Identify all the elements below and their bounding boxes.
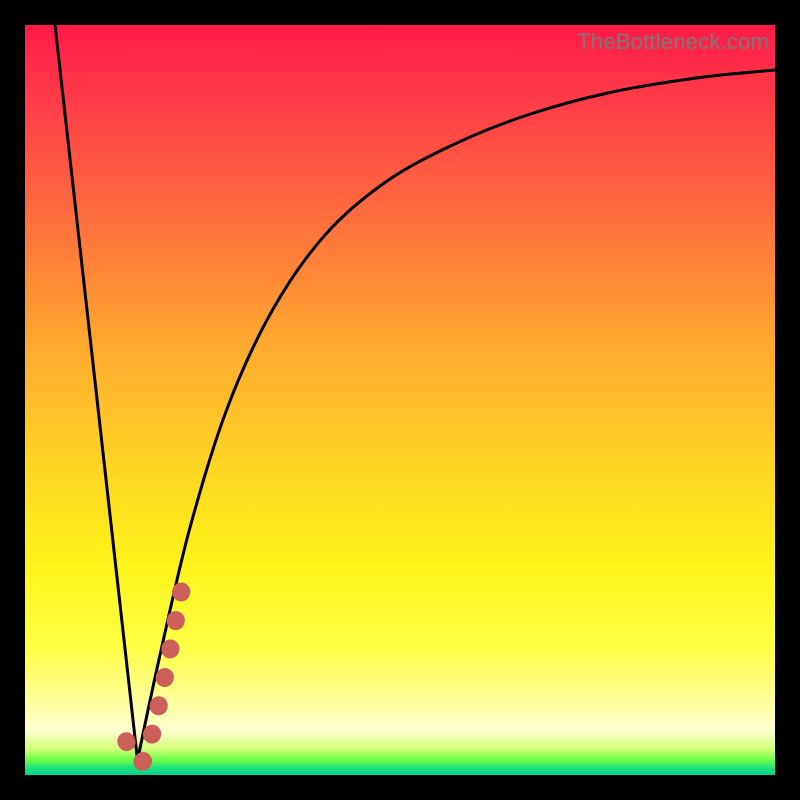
chart-frame: TheBottleneck.com: [0, 0, 800, 800]
curve-right: [138, 70, 776, 760]
chart-plot-area: TheBottleneck.com: [25, 25, 775, 775]
curve-left-slope: [55, 25, 138, 760]
chart-lines: [25, 25, 775, 775]
